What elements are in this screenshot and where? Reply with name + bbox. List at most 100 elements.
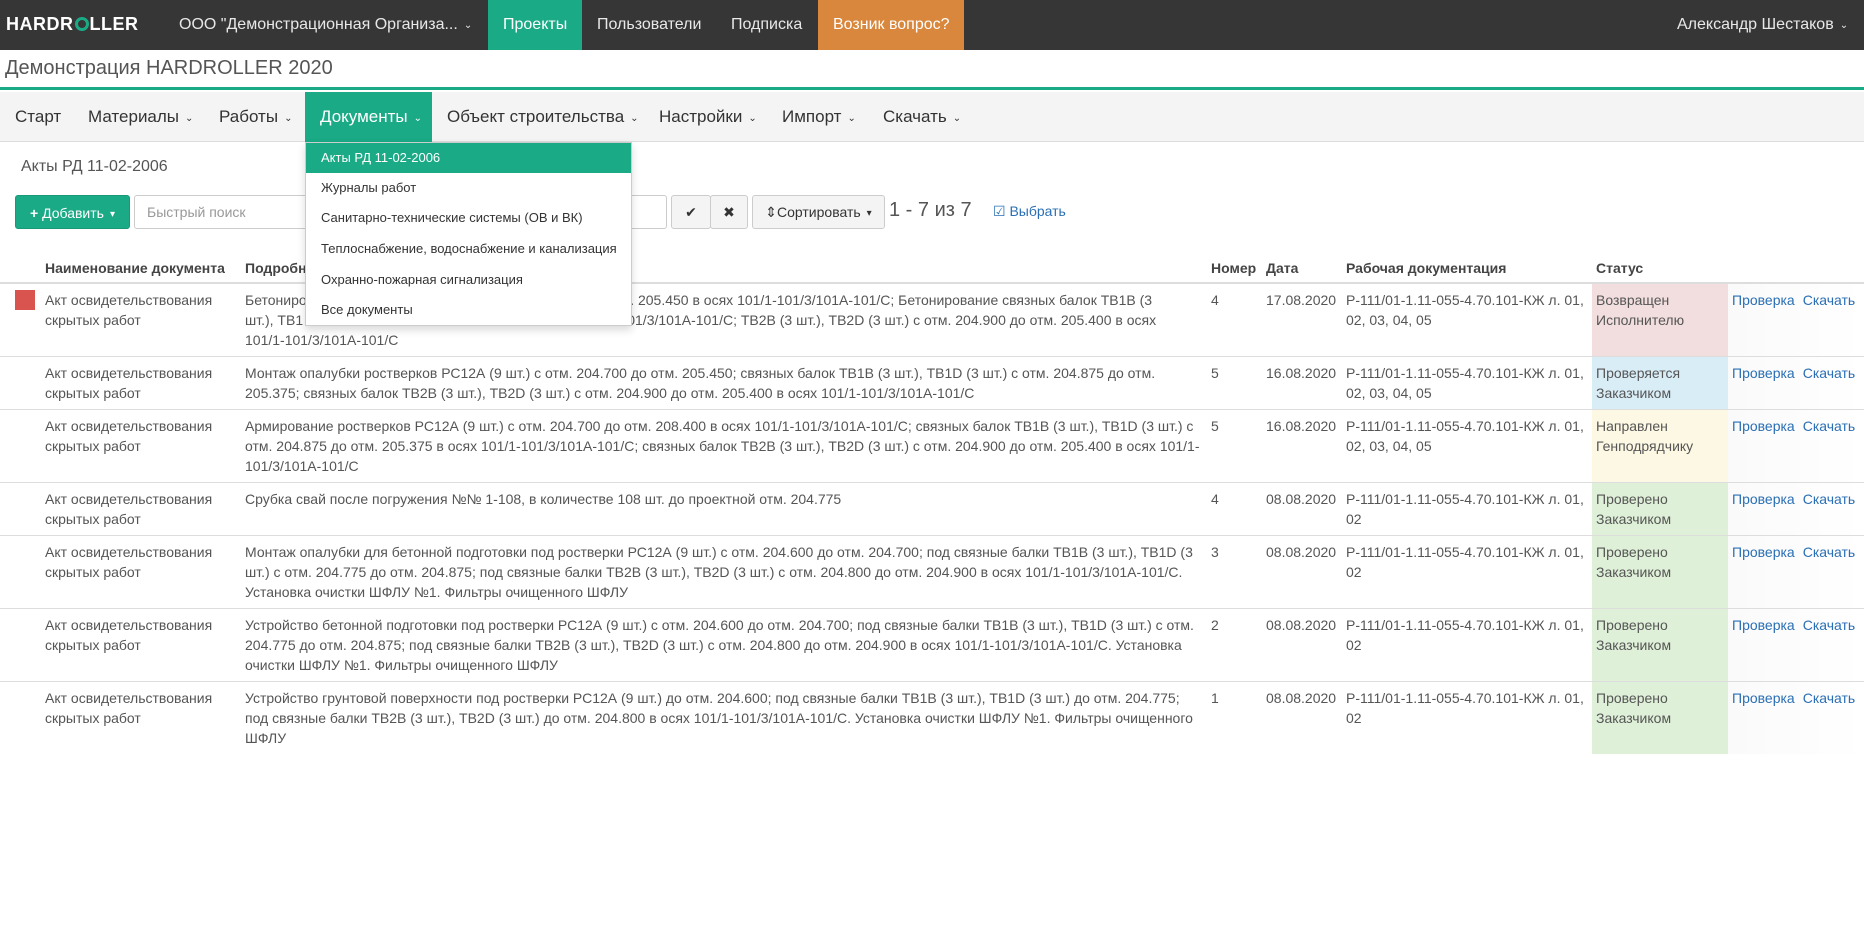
document-details: Монтаж опалубки для бетонной подготовки … [241,535,1207,609]
dropdown-item-sanitary[interactable]: Санитарно-технические системы (ОВ и ВК) [306,203,631,233]
plus-icon: + [30,205,39,221]
dropdown-item-heat-water[interactable]: Теплоснабжение, водоснабжение и канализа… [306,234,631,264]
dropdown-item-all-documents[interactable]: Все документы [306,295,631,325]
project-bar: Демонстрация HARDROLLER 2020 [0,50,1864,90]
details-part: шт.), ТВ1 [245,312,304,328]
menu-documents[interactable]: Документы ⌄ [305,92,432,142]
download-link[interactable]: Скачать [1803,365,1856,381]
document-number: 5 [1207,409,1262,483]
col-header-number[interactable]: Номер [1207,253,1262,284]
select-link[interactable]: ☑ Выбрать [993,203,1066,220]
check-link[interactable]: Проверка [1732,365,1795,381]
download-link[interactable]: Скачать [1803,418,1856,434]
dropdown-item-fire-alarm[interactable]: Охранно-пожарная сигнализация [306,265,631,295]
close-icon: ✖ [723,204,735,220]
document-workdoc: Р-111/01-1.11-055-4.70.101-КЖ л. 01, 02,… [1342,282,1592,357]
col-header-name[interactable]: Наименование документа [41,253,241,284]
sort-button[interactable]: ⇕Сортировать ▾ [752,195,885,229]
download-link[interactable]: Скачать [1803,617,1856,633]
document-date: 08.08.2020 [1262,535,1342,609]
document-number: 1 [1207,681,1262,754]
check-link[interactable]: Проверка [1732,418,1795,434]
status-badge: Направлен Генподрядчику [1592,409,1728,483]
row-flag-cell [0,482,41,536]
col-header-status[interactable]: Статус [1592,253,1728,284]
user-menu[interactable]: Александр Шестаков ⌄ [1662,0,1863,50]
check-link[interactable]: Проверка [1732,292,1795,308]
menu-label: Старт [15,107,62,126]
chevron-down-icon: ⌄ [463,20,473,31]
document-name: Акт освидетельствования скрытых работ [41,608,241,682]
document-date: 16.08.2020 [1262,409,1342,483]
menu-construction-object[interactable]: Объект строительства ⌄ [432,92,654,142]
col-header-workdoc[interactable]: Рабочая документация [1342,253,1592,284]
menu-settings[interactable]: Настройки ⌄ [644,92,772,142]
table-header-row: Наименование документа Подробно Номер Да… [0,253,1864,284]
row-actions: Проверка Скачать [1728,356,1864,410]
dropdown-item-journals[interactable]: Журналы работ [306,173,631,203]
check-icon: ✔ [685,204,697,220]
topnav-users[interactable]: Пользователи [582,0,716,50]
dropdown-item-acts[interactable]: Акты РД 11-02-2006 [306,143,631,173]
sort-icon: ⇕ [765,204,778,220]
menu-label: Объект строительства [447,107,625,126]
topnav-projects[interactable]: Проекты [488,0,583,50]
col-header-date[interactable]: Дата [1262,253,1342,284]
organization-label: ООО "Демонстрационная Организа... [179,16,458,33]
document-workdoc: Р-111/01-1.11-055-4.70.101-КЖ л. 01, 02 [1342,681,1592,754]
menu-label: Документы [320,107,408,126]
col-header-actions [1728,253,1864,284]
download-link[interactable]: Скачать [1803,292,1856,308]
check-link[interactable]: Проверка [1732,491,1795,507]
menu-start[interactable]: Старт [0,92,76,142]
document-details: Устройство грунтовой поверхности под рос… [241,681,1207,754]
menu-import[interactable]: Импорт ⌄ [767,92,871,142]
menu-label: Скачать [883,107,947,126]
clear-filter-button[interactable]: ✖ [710,195,748,229]
document-details: Армирование ростверков РС12А (9 шт.) с о… [241,409,1207,483]
select-label: Выбрать [1009,203,1066,219]
organization-dropdown[interactable]: ООО "Демонстрационная Организа... ⌄ [164,0,487,50]
download-link[interactable]: Скачать [1803,690,1856,706]
menu-works[interactable]: Работы ⌄ [204,92,307,142]
download-link[interactable]: Скачать [1803,491,1856,507]
topnav-subscription[interactable]: Подписка [716,0,817,50]
document-workdoc: Р-111/01-1.11-055-4.70.101-КЖ л. 01, 02 [1342,482,1592,536]
check-link[interactable]: Проверка [1732,617,1795,633]
logo-text-right: LLER [89,14,139,34]
chevron-down-icon: ⌄ [630,113,639,124]
row-flag-cell [0,282,41,357]
row-flag-cell [0,535,41,609]
check-link[interactable]: Проверка [1732,544,1795,560]
menu-label: Настройки [659,107,743,126]
documents-dropdown: Акты РД 11-02-2006 Журналы работ Санитар… [305,142,632,326]
document-date: 08.08.2020 [1262,482,1342,536]
document-workdoc: Р-111/01-1.11-055-4.70.101-КЖ л. 01, 02,… [1342,356,1592,410]
table-row: Акт освидетельствования скрытых работ Ус… [0,608,1864,682]
document-date: 08.08.2020 [1262,681,1342,754]
document-details: Монтаж опалубки ростверков РС12А (9 шт.)… [241,356,1207,410]
details-part: 101/1-101/3/101А-101/С [245,332,399,348]
apply-filter-button[interactable]: ✔ [671,195,711,229]
help-button[interactable]: Возник вопрос? [818,0,964,50]
row-actions: Проверка Скачать [1728,681,1864,754]
check-link[interactable]: Проверка [1732,690,1795,706]
download-link[interactable]: Скачать [1803,544,1856,560]
col-flag [0,253,41,284]
caret-down-icon: ▾ [866,208,872,219]
menu-materials[interactable]: Материалы ⌄ [73,92,208,142]
document-number: 5 [1207,356,1262,410]
row-actions: Проверка Скачать [1728,535,1864,609]
top-navbar: HARDR LLER ООО "Демонстрационная Организа… [0,0,1864,50]
document-number: 4 [1207,482,1262,536]
hardroller-logo[interactable]: HARDR LLER [6,14,139,35]
document-number: 4 [1207,282,1262,357]
table-row: Акт освидетельствования скрытых работ Ар… [0,409,1864,483]
menu-download[interactable]: Скачать ⌄ [868,92,976,142]
red-flag-icon [15,290,35,310]
add-button[interactable]: + Добавить ▾ [15,195,130,229]
chevron-down-icon: ⌄ [748,113,757,124]
document-date: 08.08.2020 [1262,608,1342,682]
document-workdoc: Р-111/01-1.11-055-4.70.101-КЖ л. 01, 02,… [1342,409,1592,483]
project-title: Демонстрация HARDROLLER 2020 [5,57,333,79]
